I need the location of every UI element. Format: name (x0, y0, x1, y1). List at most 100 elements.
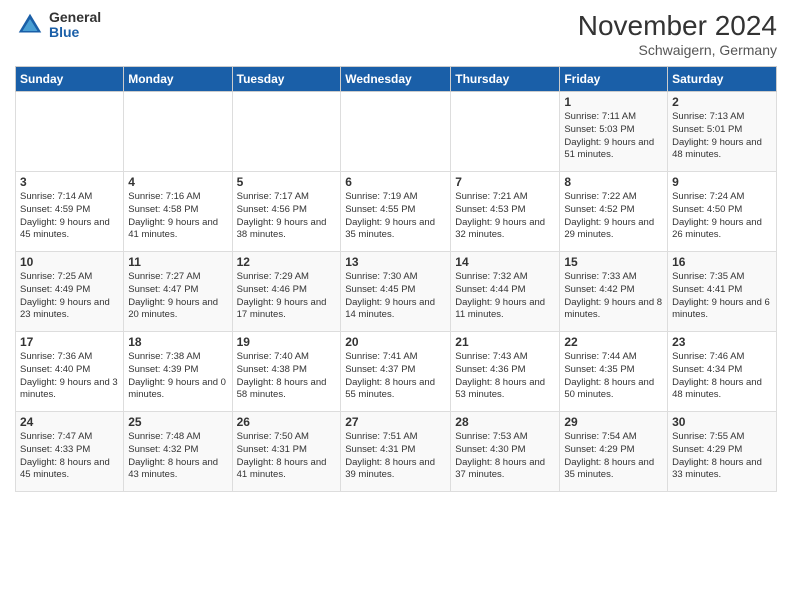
title-area: November 2024 Schwaigern, Germany (578, 10, 777, 58)
logo-text: General Blue (49, 10, 101, 41)
calendar-cell: 15 Sunrise: 7:33 AM Sunset: 4:42 PM Dayli… (560, 252, 668, 332)
day-info: Sunrise: 7:22 AM Sunset: 4:52 PM Dayligh… (564, 191, 663, 242)
day-number: 22 (564, 335, 663, 349)
calendar-cell (16, 92, 124, 172)
day-number: 15 (564, 255, 663, 269)
logo-blue: Blue (49, 25, 101, 40)
day-info: Sunrise: 7:36 AM Sunset: 4:40 PM Dayligh… (20, 351, 119, 402)
weekday-monday: Monday (124, 67, 232, 92)
weekday-friday: Friday (560, 67, 668, 92)
calendar-cell: 5Sunrise: 7:17 AM Sunset: 4:56 PM Daylig… (232, 172, 341, 252)
day-number: 25 (128, 415, 227, 429)
calendar-cell: 8 Sunrise: 7:22 AM Sunset: 4:52 PM Daylig… (560, 172, 668, 252)
day-number: 20 (345, 335, 446, 349)
calendar-cell: 14 Sunrise: 7:32 AM Sunset: 4:44 PM Dayli… (451, 252, 560, 332)
weekday-row: Sunday Monday Tuesday Wednesday Thursday… (16, 67, 777, 92)
weekday-sunday: Sunday (16, 67, 124, 92)
day-info: Sunrise: 7:44 AM Sunset: 4:35 PM Dayligh… (564, 351, 663, 402)
day-number: 30 (672, 415, 772, 429)
day-info: Sunrise: 7:41 AM Sunset: 4:37 PM Dayligh… (345, 351, 446, 402)
day-number: 5 (237, 175, 337, 189)
calendar-cell: 3 Sunrise: 7:14 AM Sunset: 4:59 PM Daylig… (16, 172, 124, 252)
weekday-saturday: Saturday (668, 67, 777, 92)
day-number: 6 (345, 175, 446, 189)
day-info: Sunrise: 7:13 AM Sunset: 5:01 PM Dayligh… (672, 111, 772, 162)
calendar-cell: 22 Sunrise: 7:44 AM Sunset: 4:35 PM Dayli… (560, 332, 668, 412)
calendar-cell: 29Sunrise: 7:54 AM Sunset: 4:29 PM Dayli… (560, 412, 668, 492)
calendar-cell: 26 Sunrise: 7:50 AM Sunset: 4:31 PM Dayli… (232, 412, 341, 492)
calendar-cell: 20 Sunrise: 7:41 AM Sunset: 4:37 PM Dayli… (341, 332, 451, 412)
day-number: 2 (672, 95, 772, 109)
day-number: 8 (564, 175, 663, 189)
calendar-cell: 30 Sunrise: 7:55 AM Sunset: 4:29 PM Dayli… (668, 412, 777, 492)
calendar-cell: 4 Sunrise: 7:16 AM Sunset: 4:58 PM Daylig… (124, 172, 232, 252)
day-info: Sunrise: 7:29 AM Sunset: 4:46 PM Dayligh… (237, 271, 337, 322)
calendar-cell: 11 Sunrise: 7:27 AM Sunset: 4:47 PM Dayli… (124, 252, 232, 332)
calendar-cell: 18 Sunrise: 7:38 AM Sunset: 4:39 PM Dayli… (124, 332, 232, 412)
day-info: Sunrise: 7:55 AM Sunset: 4:29 PM Dayligh… (672, 431, 772, 482)
calendar-body: 1Sunrise: 7:11 AM Sunset: 5:03 PM Daylig… (16, 92, 777, 492)
day-number: 14 (455, 255, 555, 269)
calendar-week-1: 3 Sunrise: 7:14 AM Sunset: 4:59 PM Daylig… (16, 172, 777, 252)
calendar-cell: 10 Sunrise: 7:25 AM Sunset: 4:49 PM Dayli… (16, 252, 124, 332)
calendar-cell: 28Sunrise: 7:53 AM Sunset: 4:30 PM Dayli… (451, 412, 560, 492)
page-container: General Blue November 2024 Schwaigern, G… (0, 0, 792, 612)
day-info: Sunrise: 7:46 AM Sunset: 4:34 PM Dayligh… (672, 351, 772, 402)
day-number: 3 (20, 175, 119, 189)
day-info: Sunrise: 7:47 AM Sunset: 4:33 PM Dayligh… (20, 431, 119, 482)
day-number: 10 (20, 255, 119, 269)
day-info: Sunrise: 7:50 AM Sunset: 4:31 PM Dayligh… (237, 431, 337, 482)
calendar-cell: 23 Sunrise: 7:46 AM Sunset: 4:34 PM Dayli… (668, 332, 777, 412)
calendar-cell: 19Sunrise: 7:40 AM Sunset: 4:38 PM Dayli… (232, 332, 341, 412)
day-info: Sunrise: 7:24 AM Sunset: 4:50 PM Dayligh… (672, 191, 772, 242)
calendar-week-2: 10 Sunrise: 7:25 AM Sunset: 4:49 PM Dayli… (16, 252, 777, 332)
calendar-cell: 17Sunrise: 7:36 AM Sunset: 4:40 PM Dayli… (16, 332, 124, 412)
day-info: Sunrise: 7:14 AM Sunset: 4:59 PM Dayligh… (20, 191, 119, 242)
calendar-cell: 12 Sunrise: 7:29 AM Sunset: 4:46 PM Dayli… (232, 252, 341, 332)
day-info: Sunrise: 7:25 AM Sunset: 4:49 PM Dayligh… (20, 271, 119, 322)
calendar-cell: 13 Sunrise: 7:30 AM Sunset: 4:45 PM Dayli… (341, 252, 451, 332)
calendar-week-3: 17Sunrise: 7:36 AM Sunset: 4:40 PM Dayli… (16, 332, 777, 412)
day-number: 26 (237, 415, 337, 429)
day-number: 19 (237, 335, 337, 349)
calendar: Sunday Monday Tuesday Wednesday Thursday… (15, 66, 777, 492)
day-number: 28 (455, 415, 555, 429)
day-info: Sunrise: 7:21 AM Sunset: 4:53 PM Dayligh… (455, 191, 555, 242)
calendar-cell: 1Sunrise: 7:11 AM Sunset: 5:03 PM Daylig… (560, 92, 668, 172)
day-number: 27 (345, 415, 446, 429)
weekday-tuesday: Tuesday (232, 67, 341, 92)
calendar-cell: 27Sunrise: 7:51 AM Sunset: 4:31 PM Dayli… (341, 412, 451, 492)
weekday-wednesday: Wednesday (341, 67, 451, 92)
header: General Blue November 2024 Schwaigern, G… (15, 10, 777, 58)
day-info: Sunrise: 7:32 AM Sunset: 4:44 PM Dayligh… (455, 271, 555, 322)
day-number: 12 (237, 255, 337, 269)
day-number: 4 (128, 175, 227, 189)
day-number: 11 (128, 255, 227, 269)
day-info: Sunrise: 7:30 AM Sunset: 4:45 PM Dayligh… (345, 271, 446, 322)
day-info: Sunrise: 7:16 AM Sunset: 4:58 PM Dayligh… (128, 191, 227, 242)
day-number: 29 (564, 415, 663, 429)
day-info: Sunrise: 7:38 AM Sunset: 4:39 PM Dayligh… (128, 351, 227, 402)
day-number: 13 (345, 255, 446, 269)
day-number: 9 (672, 175, 772, 189)
calendar-cell: 2 Sunrise: 7:13 AM Sunset: 5:01 PM Daylig… (668, 92, 777, 172)
calendar-cell: 7Sunrise: 7:21 AM Sunset: 4:53 PM Daylig… (451, 172, 560, 252)
month-title: November 2024 (578, 10, 777, 42)
day-info: Sunrise: 7:27 AM Sunset: 4:47 PM Dayligh… (128, 271, 227, 322)
day-info: Sunrise: 7:35 AM Sunset: 4:41 PM Dayligh… (672, 271, 772, 322)
logo: General Blue (15, 10, 101, 41)
calendar-cell (451, 92, 560, 172)
day-info: Sunrise: 7:19 AM Sunset: 4:55 PM Dayligh… (345, 191, 446, 242)
day-info: Sunrise: 7:33 AM Sunset: 4:42 PM Dayligh… (564, 271, 663, 322)
calendar-cell: 6 Sunrise: 7:19 AM Sunset: 4:55 PM Daylig… (341, 172, 451, 252)
calendar-cell (341, 92, 451, 172)
day-number: 18 (128, 335, 227, 349)
calendar-week-0: 1Sunrise: 7:11 AM Sunset: 5:03 PM Daylig… (16, 92, 777, 172)
day-number: 23 (672, 335, 772, 349)
calendar-cell (124, 92, 232, 172)
weekday-thursday: Thursday (451, 67, 560, 92)
calendar-cell: 24 Sunrise: 7:47 AM Sunset: 4:33 PM Dayli… (16, 412, 124, 492)
calendar-cell (232, 92, 341, 172)
logo-general: General (49, 10, 101, 25)
day-number: 24 (20, 415, 119, 429)
